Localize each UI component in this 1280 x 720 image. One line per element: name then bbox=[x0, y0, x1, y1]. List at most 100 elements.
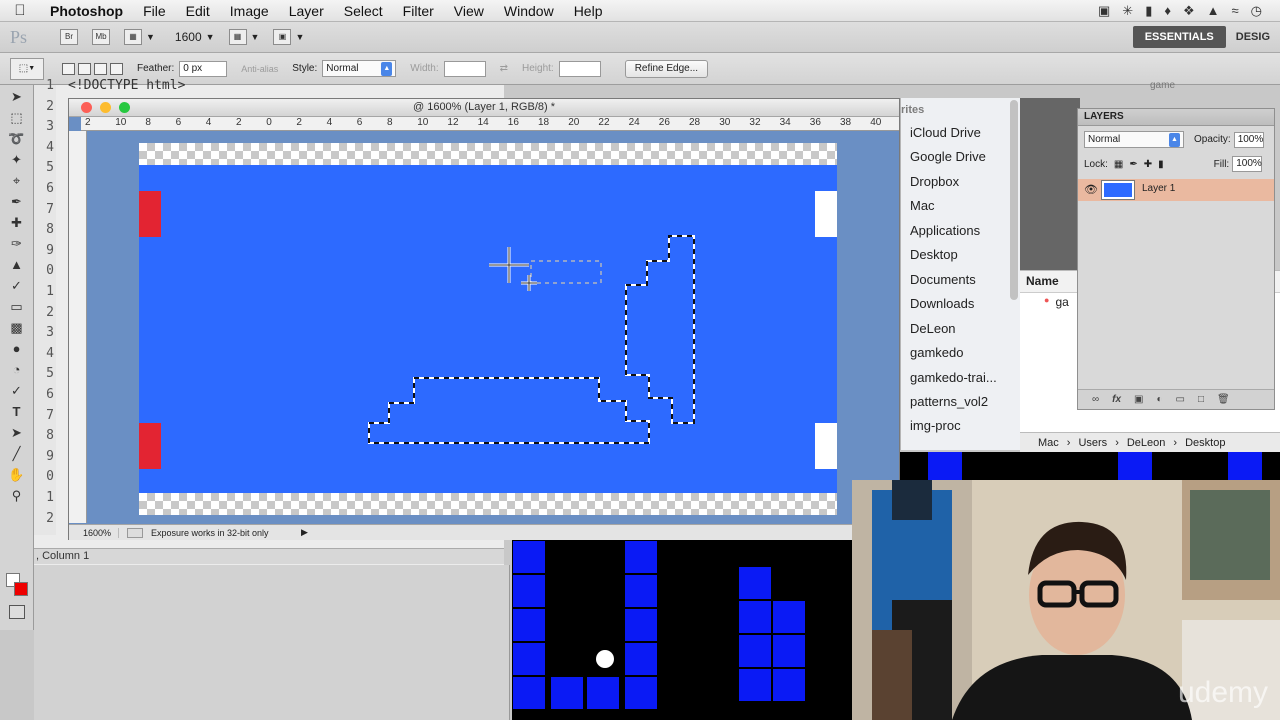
chevron-down-icon[interactable]: ▼ bbox=[251, 32, 260, 42]
battery-icon[interactable]: ▮ bbox=[1145, 3, 1152, 19]
menu-window[interactable]: Window bbox=[494, 3, 564, 19]
view-extras-icon[interactable]: ▦ bbox=[124, 29, 142, 45]
time-machine-icon[interactable]: ◷ bbox=[1251, 3, 1262, 19]
sidebar-item-google-drive[interactable]: Google Drive bbox=[910, 149, 986, 164]
chevron-down-icon[interactable]: ▼ bbox=[295, 32, 304, 42]
marquee-tool-icon[interactable]: ⬚ bbox=[7, 108, 27, 127]
path-users[interactable]: Users bbox=[1078, 437, 1107, 449]
path-deleon[interactable]: DeLeon bbox=[1127, 437, 1166, 449]
menu-select[interactable]: Select bbox=[334, 3, 393, 19]
sidebar-item-gamkedo[interactable]: gamkedo bbox=[910, 345, 963, 360]
dropbox-icon[interactable]: ❖ bbox=[1183, 3, 1195, 19]
zoom-level[interactable]: 1600 bbox=[175, 30, 202, 44]
chevron-down-icon[interactable]: ▼ bbox=[206, 32, 215, 42]
blend-mode-select[interactable]: Normal ▲ bbox=[1084, 131, 1184, 148]
layer-style-icon[interactable]: fx bbox=[1112, 394, 1121, 405]
wifi-icon[interactable]: ≈ bbox=[1232, 3, 1239, 19]
sidebar-item-desktop[interactable]: Desktop bbox=[910, 247, 958, 262]
layer-row[interactable]: 👁 Layer 1 bbox=[1078, 179, 1274, 201]
layers-tab[interactable]: LAYERS bbox=[1078, 109, 1274, 126]
gear-icon[interactable]: ✳ bbox=[1122, 3, 1133, 19]
game-preview[interactable] bbox=[512, 540, 852, 720]
swap-icon[interactable]: ⇄ bbox=[500, 63, 508, 74]
sidebar-item-dropbox[interactable]: Dropbox bbox=[910, 174, 959, 189]
style-select[interactable]: Normal ▲ bbox=[322, 60, 397, 77]
menu-filter[interactable]: Filter bbox=[393, 3, 444, 19]
path-desktop[interactable]: Desktop bbox=[1185, 437, 1225, 449]
gradient-tool-icon[interactable]: ▩ bbox=[7, 318, 27, 337]
lock-position-icon[interactable]: ✚ bbox=[1144, 159, 1152, 170]
tool-preset-picker[interactable]: ⬚ ▼ bbox=[10, 57, 44, 80]
sidebar-item-documents[interactable]: Documents bbox=[910, 272, 976, 287]
status-info-icon[interactable] bbox=[127, 527, 143, 538]
evernote-icon[interactable]: ♦ bbox=[1164, 3, 1171, 19]
path-mac[interactable]: Mac bbox=[1038, 437, 1059, 449]
arrange-documents-icon[interactable]: ▦ bbox=[228, 29, 247, 45]
sidebar-item-deleon[interactable]: DeLeon bbox=[910, 321, 956, 336]
sidebar-item-icloud-drive[interactable]: iCloud Drive bbox=[910, 125, 981, 140]
layer-mask-icon[interactable]: ▣ bbox=[1134, 394, 1143, 405]
eraser-tool-icon[interactable]: ▭ bbox=[7, 297, 27, 316]
hand-tool-icon[interactable]: ✋ bbox=[7, 465, 27, 484]
stamp-tool-icon[interactable]: ▲ bbox=[7, 255, 27, 274]
healing-tool-icon[interactable]: ✚ bbox=[7, 213, 27, 232]
camera-icon[interactable]: ▣ bbox=[1098, 3, 1110, 19]
apple-icon[interactable]:  bbox=[0, 2, 40, 19]
type-tool-icon[interactable]: T bbox=[7, 402, 27, 421]
sidebar-item-img-proc[interactable]: img-proc bbox=[910, 418, 961, 433]
eye-icon[interactable]: 👁 bbox=[1084, 183, 1098, 196]
lock-paint-icon[interactable]: ✒ bbox=[1129, 159, 1137, 170]
background-color-swatch[interactable] bbox=[14, 582, 28, 596]
file-row[interactable]: ● ga bbox=[1044, 295, 1069, 309]
screen-mode-icon[interactable]: ▣ bbox=[273, 29, 292, 45]
menu-image[interactable]: Image bbox=[220, 3, 279, 19]
sidebar-item-downloads[interactable]: Downloads bbox=[910, 296, 974, 311]
sidebar-item-mac[interactable]: Mac bbox=[910, 198, 935, 213]
quick-select-tool-icon[interactable]: ✦ bbox=[7, 150, 27, 169]
menu-view[interactable]: View bbox=[444, 3, 494, 19]
eyedropper-tool-icon[interactable]: ✒ bbox=[7, 192, 27, 211]
new-selection-icon[interactable] bbox=[62, 62, 75, 75]
menu-app-photoshop[interactable]: Photoshop bbox=[40, 3, 133, 19]
chevron-down-icon[interactable]: ▼ bbox=[146, 32, 155, 42]
height-input[interactable] bbox=[558, 60, 601, 77]
layer-name[interactable]: Layer 1 bbox=[1142, 183, 1175, 194]
lock-transparent-icon[interactable]: ▦ bbox=[1114, 159, 1123, 170]
blur-tool-icon[interactable]: ● bbox=[7, 339, 27, 358]
width-input[interactable] bbox=[443, 60, 486, 77]
brush-tool-icon[interactable]: ✑ bbox=[7, 234, 27, 253]
subtract-selection-icon[interactable] bbox=[94, 62, 107, 75]
drive-icon[interactable]: ▲ bbox=[1207, 3, 1220, 19]
play-arrow-icon[interactable]: ▶ bbox=[301, 527, 308, 538]
vertical-ruler[interactable] bbox=[69, 131, 87, 523]
new-layer-icon[interactable]: □ bbox=[1198, 394, 1204, 405]
path-select-tool-icon[interactable]: ➤ bbox=[7, 423, 27, 442]
new-group-icon[interactable]: ▭ bbox=[1176, 394, 1185, 405]
anti-alias-checkbox[interactable]: Anti-alias bbox=[241, 64, 278, 74]
crop-tool-icon[interactable]: ⌖ bbox=[7, 171, 27, 190]
intersect-selection-icon[interactable] bbox=[110, 62, 123, 75]
status-zoom[interactable]: 1600% bbox=[69, 527, 119, 538]
link-layers-icon[interactable]: ∞ bbox=[1092, 394, 1099, 405]
workspace-essentials-button[interactable]: ESSENTIALS bbox=[1132, 26, 1226, 48]
lasso-tool-icon[interactable]: ➰ bbox=[7, 129, 27, 148]
lock-all-icon[interactable]: ▮ bbox=[1158, 159, 1164, 170]
sidebar-item-gamkedo-training[interactable]: gamkedo-trai... bbox=[910, 370, 997, 385]
move-tool-icon[interactable]: ➤ bbox=[7, 87, 27, 106]
delete-layer-icon[interactable]: 🗑 bbox=[1217, 394, 1230, 405]
workspace-design-button[interactable]: DESIG bbox=[1226, 26, 1280, 48]
add-selection-icon[interactable] bbox=[78, 62, 91, 75]
refine-edge-button[interactable]: Refine Edge... bbox=[624, 59, 709, 78]
mini-bridge-button[interactable]: Mb bbox=[92, 29, 110, 45]
menu-help[interactable]: Help bbox=[564, 3, 613, 19]
zoom-tool-icon[interactable]: ⚲ bbox=[7, 486, 27, 505]
sidebar-item-patterns-vol2[interactable]: patterns_vol2 bbox=[910, 394, 988, 409]
shape-tool-icon[interactable]: ╱ bbox=[7, 444, 27, 463]
horizontal-ruler[interactable]: 2 10 8 6 4 2 0 2 4 6 8 10 12 14 16 18 20 22 24 26 28 30 32 34 36… bbox=[81, 117, 899, 131]
document-titlebar[interactable]: @ 1600% (Layer 1, RGB/8) * bbox=[69, 99, 899, 117]
pen-tool-icon[interactable]: ✓ bbox=[7, 381, 27, 400]
sidebar-item-applications[interactable]: Applications bbox=[910, 223, 980, 238]
opacity-input[interactable]: 100% bbox=[1233, 131, 1264, 148]
finder-sidebar-scrollbar[interactable] bbox=[1010, 100, 1018, 300]
bridge-button[interactable]: Br bbox=[60, 29, 78, 45]
